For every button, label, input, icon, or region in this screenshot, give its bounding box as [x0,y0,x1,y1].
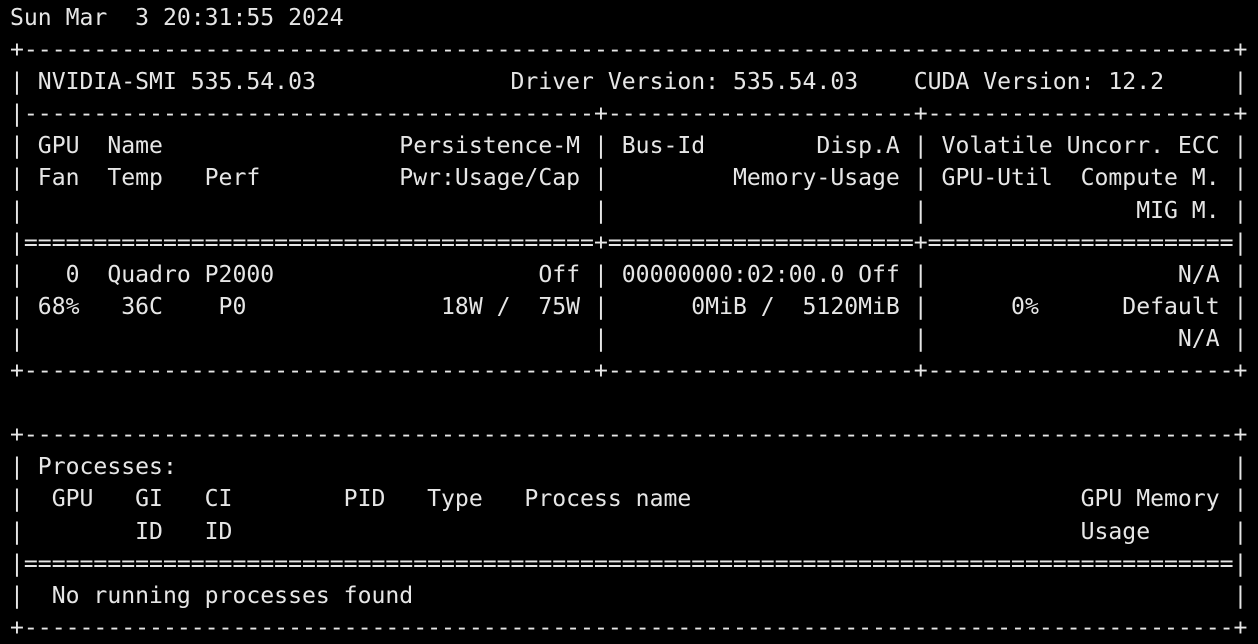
processes-table-top-border: +---------------------------------------… [10,422,1248,449]
terminal-timestamp-line: Sun Mar 3 20:31:55 2024 [10,5,344,31]
gpu-header-row-1: | GPU Name Persistence-M | Bus-Id Disp.A… [10,133,1248,160]
processes-empty-message: | No running processes found | [10,582,1248,609]
processes-header-row-2: | ID ID Usage | [10,518,1248,545]
gpu-header-row-2: | Fan Temp Perf Pwr:Usage/Cap | Memory-U… [10,165,1248,192]
processes-title: | Processes: | [10,454,1248,481]
gpu-header-row-3: | | | MIG M. | [10,197,1248,224]
processes-header-row-1: | GPU GI CI PID Type Process name GPU Me… [10,486,1248,513]
processes-header-separator: |=======================================… [10,550,1248,577]
table-divider: |---------------------------------------… [10,101,1248,128]
gpu-row-3: | | | N/A | [10,325,1248,352]
table-top-border: +---------------------------------------… [10,37,1248,64]
gpu-row-2: | 68% 36C P0 18W / 75W | 0MiB / 5120MiB … [10,293,1248,320]
header-separator: |=======================================… [10,229,1248,256]
processes-table-bottom-border: +---------------------------------------… [10,614,1248,641]
smi-version-line: | NVIDIA-SMI 535.54.03 Driver Version: 5… [10,69,1248,96]
gpu-table-bottom-border: +---------------------------------------… [10,358,1248,385]
gpu-row-1: | 0 Quadro P2000 Off | 00000000:02:00.0 … [10,261,1248,288]
terminal-window[interactable]: Sun Mar 3 20:31:55 2024 +---------------… [0,0,1258,641]
